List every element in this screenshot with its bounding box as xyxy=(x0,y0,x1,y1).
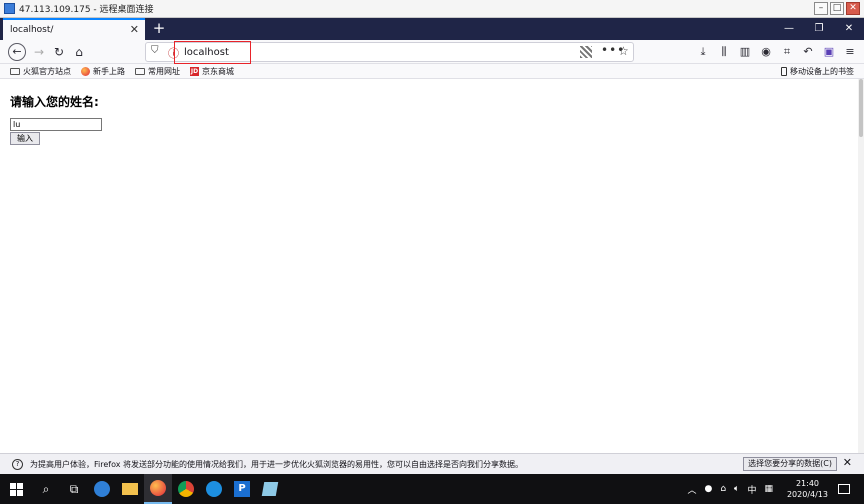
rdp-maximize-button[interactable]: □ xyxy=(830,2,844,15)
windows-taskbar: ⌕ ⧉ P ︿ ● ⌂ 🔈︎ 中 ▦ 21:40 2020/4/13 xyxy=(0,474,864,504)
page-scrollbar[interactable] xyxy=(858,79,864,453)
ime-indicator[interactable]: 中 xyxy=(747,483,756,496)
bookmark-getting-started[interactable]: 新手上路 xyxy=(81,66,125,77)
jd-logo-icon: JD xyxy=(190,66,199,76)
help-question-icon: ? xyxy=(12,458,23,470)
remote-desktop-icon xyxy=(4,3,15,14)
bookmarks-bar: 火狐官方站点 新手上路 常用网址 JD 京东商城 移动设备上的书签 xyxy=(0,64,864,79)
notification-close-icon[interactable]: ✕ xyxy=(843,456,852,469)
rdp-title-bar: 47.113.109.175 - 远程桌面连接 – □ ✕ xyxy=(0,0,864,18)
edge-icon[interactable] xyxy=(88,474,116,504)
home-icon[interactable]: ⌂ xyxy=(70,43,88,61)
mobile-bookmarks[interactable]: 移动设备上的书签 xyxy=(781,66,854,77)
folder-icon xyxy=(10,67,20,75)
minimize-icon[interactable]: — xyxy=(774,18,804,40)
navigation-bar: ← → ↻ ⌂ ⛉ ⓘ ••• ☆ ⤓ ⫼ ▥ ◉ ⌗ ↶ ▣ ≡ xyxy=(0,40,864,64)
sidebar-icon[interactable]: ▥ xyxy=(737,43,753,61)
volume-icon[interactable]: 🔈︎ xyxy=(734,484,739,494)
url-bar[interactable]: ⛉ ⓘ ••• ☆ xyxy=(145,42,634,62)
name-input[interactable] xyxy=(10,118,102,131)
rdp-window-controls: – □ ✕ xyxy=(814,2,860,15)
choose-data-button[interactable]: 选择您要分享的数据(C) xyxy=(743,457,837,471)
account-icon[interactable]: ◉ xyxy=(758,43,774,61)
bookmark-common-sites[interactable]: 常用网址 xyxy=(135,66,180,77)
task-view-icon[interactable]: ⧉ xyxy=(60,474,88,504)
bookmark-firefox-official[interactable]: 火狐官方站点 xyxy=(10,66,71,77)
restore-icon[interactable]: ❐ xyxy=(804,18,834,40)
chrome-icon[interactable] xyxy=(172,474,200,504)
keyboard-icon[interactable]: ▦ xyxy=(764,484,773,494)
app-blue-icon[interactable] xyxy=(200,474,228,504)
tab-title: localhost/ xyxy=(10,25,54,35)
scrollbar-thumb[interactable] xyxy=(859,79,863,137)
firefox-taskbar-icon[interactable] xyxy=(144,474,172,504)
url-input[interactable] xyxy=(184,45,564,59)
mobile-phone-icon xyxy=(781,67,787,76)
firefox-icon xyxy=(81,66,90,76)
submit-button[interactable]: 输入 xyxy=(10,132,40,145)
tracking-shield-icon[interactable]: ⛉ xyxy=(151,45,159,56)
notification-text: 为提高用户体验，Firefox 将发送部分功能的使用情况给我们，用于进一步优化火… xyxy=(30,459,524,469)
start-button[interactable] xyxy=(0,474,32,504)
download-icon[interactable]: ⤓ xyxy=(695,43,711,61)
tab-close-icon[interactable]: ✕ xyxy=(130,23,139,36)
network-icon[interactable]: ⌂ xyxy=(720,484,726,494)
rdp-minimize-button[interactable]: – xyxy=(814,2,828,15)
tab-localhost[interactable]: localhost/ ✕ xyxy=(3,18,145,40)
qr-code-icon[interactable] xyxy=(580,46,592,58)
page-content: 请输入您的姓名: 输入 xyxy=(0,79,858,453)
screenshot-crop-icon[interactable]: ⌗ xyxy=(779,43,795,61)
undo-icon[interactable]: ↶ xyxy=(800,43,816,61)
clock-date: 2020/4/13 xyxy=(786,490,828,499)
bookmark-label: 京东商城 xyxy=(202,66,234,76)
bookmark-label: 火狐官方站点 xyxy=(23,66,71,76)
rdp-title: 47.113.109.175 - 远程桌面连接 xyxy=(19,5,154,15)
toolbar-icons: ⤓ ⫼ ▥ ◉ ⌗ ↶ ▣ ≡ xyxy=(695,43,858,61)
clock-time: 21:40 xyxy=(795,479,820,488)
tray-expand-icon[interactable]: ︿ xyxy=(687,483,696,496)
bookmark-label: 常用网址 xyxy=(148,66,180,76)
system-tray: ︿ ● ⌂ 🔈︎ 中 ▦ 21:40 2020/4/13 xyxy=(683,474,864,504)
library-icon[interactable]: ⫼ xyxy=(716,43,732,61)
clock[interactable]: 21:40 2020/4/13 xyxy=(787,478,828,500)
forward-arrow-icon[interactable]: → xyxy=(30,43,48,61)
telemetry-notification-bar: ? 为提高用户体验，Firefox 将发送部分功能的使用情况给我们，用于进一步优… xyxy=(0,453,864,474)
page-heading: 请输入您的姓名: xyxy=(10,95,99,109)
extensions-icon[interactable]: ▣ xyxy=(821,43,837,61)
windows-logo-icon xyxy=(9,482,23,496)
close-icon[interactable]: ✕ xyxy=(834,18,864,40)
new-tab-button[interactable]: + xyxy=(150,19,168,37)
back-arrow-icon[interactable]: ← xyxy=(8,43,26,61)
notes-app-icon[interactable] xyxy=(256,474,284,504)
browser-window-controls: — ❐ ✕ xyxy=(774,18,864,40)
menu-icon[interactable]: ≡ xyxy=(842,43,858,61)
action-center-icon[interactable] xyxy=(838,484,850,494)
search-icon[interactable]: ⌕ xyxy=(32,474,60,504)
bookmark-label: 新手上路 xyxy=(93,66,125,76)
reload-icon[interactable]: ↻ xyxy=(50,43,68,61)
p-app-icon[interactable]: P xyxy=(228,474,256,504)
tab-strip: localhost/ ✕ + — ❐ ✕ xyxy=(0,18,864,40)
folder-icon xyxy=(135,67,145,75)
rdp-close-button[interactable]: ✕ xyxy=(846,2,860,15)
tray-app-icon[interactable]: ● xyxy=(704,484,712,494)
bookmark-jd[interactable]: JD 京东商城 xyxy=(190,66,234,77)
site-info-icon[interactable]: ⓘ xyxy=(168,45,179,61)
bookmark-star-icon[interactable]: ☆ xyxy=(618,44,629,58)
mobile-bookmarks-label: 移动设备上的书签 xyxy=(790,67,854,76)
file-explorer-icon[interactable] xyxy=(116,474,144,504)
